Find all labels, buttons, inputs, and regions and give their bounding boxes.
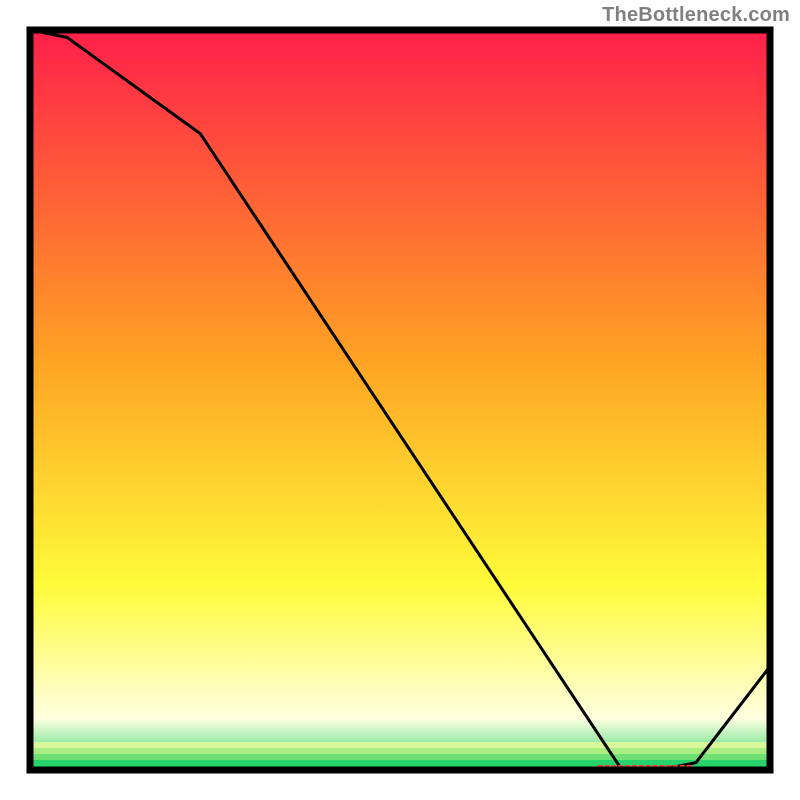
bottom-bands — [30, 742, 770, 770]
bottleneck-chart — [0, 0, 800, 800]
plot-gradient — [30, 30, 770, 770]
attribution-label: TheBottleneck.com — [602, 4, 790, 27]
chart-stage: TheBottleneck.com — [0, 0, 800, 800]
